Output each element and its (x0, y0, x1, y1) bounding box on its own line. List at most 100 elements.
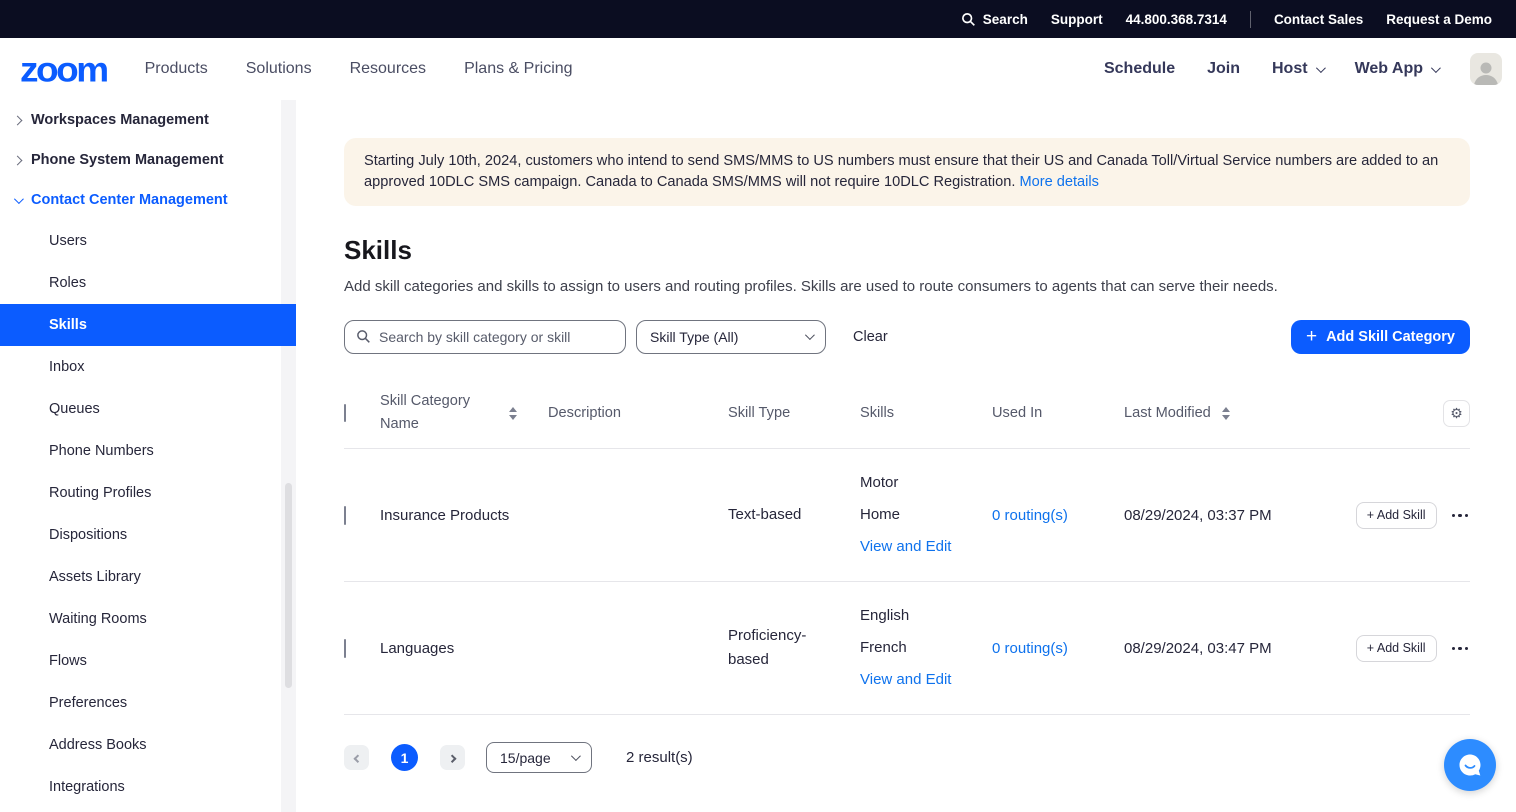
chevron-right-icon (448, 754, 456, 762)
more-options-icon[interactable] (1452, 643, 1469, 655)
topbar-request-demo-link[interactable]: Request a Demo (1386, 12, 1492, 27)
page-subtitle: Add skill categories and skills to assig… (344, 278, 1470, 295)
nav-plans-pricing[interactable]: Plans & Pricing (464, 60, 573, 78)
nav-schedule[interactable]: Schedule (1104, 60, 1175, 78)
nav-webapp-label: Web App (1355, 60, 1423, 78)
sidebar-item-inbox[interactable]: Inbox (0, 346, 296, 388)
sidebar-section-contact-center-management[interactable]: Contact Center Management (0, 180, 296, 220)
nav-join[interactable]: Join (1207, 60, 1240, 78)
cell-actions: + Add Skill (1346, 502, 1470, 529)
more-options-icon[interactable] (1452, 510, 1469, 522)
skill-item: Motor (860, 467, 992, 499)
utility-topbar: Search Support 44.800.368.7314 Contact S… (0, 0, 1516, 38)
add-skill-category-label: Add Skill Category (1326, 329, 1455, 345)
nav-products[interactable]: Products (145, 60, 208, 78)
column-header-description: Description (548, 405, 728, 421)
sidebar-item-routing-profiles[interactable]: Routing Profiles (0, 472, 296, 514)
zoom-logo[interactable]: zoom (20, 51, 107, 87)
sidebar-item-flows[interactable]: Flows (0, 640, 296, 682)
skill-type-value: Text-based (728, 503, 801, 527)
topbar-search[interactable]: Search (961, 12, 1028, 27)
chat-bubble-icon (1456, 751, 1484, 779)
table-settings-button[interactable]: ⚙ (1443, 400, 1470, 427)
sidebar-item-assets-library[interactable]: Assets Library (0, 556, 296, 598)
column-header-skills: Skills (860, 405, 992, 421)
add-skill-button[interactable]: + Add Skill (1356, 502, 1437, 529)
cell-last-modified: 08/29/2024, 03:47 PM (1124, 640, 1346, 657)
cell-last-modified: 08/29/2024, 03:37 PM (1124, 507, 1346, 524)
previous-page-button[interactable] (344, 745, 369, 770)
nav-resources[interactable]: Resources (350, 60, 426, 78)
support-chat-button[interactable] (1444, 739, 1496, 791)
sort-icon[interactable] (1222, 407, 1230, 420)
clear-filters-button[interactable]: Clear (853, 329, 888, 345)
nav-webapp-dropdown[interactable]: Web App (1355, 60, 1438, 78)
sort-icon[interactable] (509, 407, 517, 420)
skill-item: French (860, 632, 992, 664)
view-and-edit-link[interactable]: View and Edit (860, 531, 992, 563)
skill-search-input[interactable] (379, 329, 614, 345)
search-icon (961, 12, 976, 27)
chevron-left-icon (353, 754, 361, 762)
sidebar-item-dispositions[interactable]: Dispositions (0, 514, 296, 556)
search-icon (356, 329, 371, 344)
sidebar-scrollbar-thumb[interactable] (285, 483, 292, 688)
topbar-phone-number[interactable]: 44.800.368.7314 (1126, 12, 1227, 27)
sidebar-section-label: Phone System Management (31, 152, 224, 168)
sidebar-section-label: Contact Center Management (31, 192, 228, 208)
skill-type-value: Proficiency-based (728, 624, 834, 672)
view-and-edit-link[interactable]: View and Edit (860, 664, 992, 696)
admin-sidebar: Workspaces Management Phone System Manag… (0, 100, 296, 812)
sidebar-section-phone-system-management[interactable]: Phone System Management (0, 140, 296, 180)
column-header-label: Last Modified (1124, 405, 1211, 421)
select-all-checkbox[interactable] (344, 404, 346, 422)
nav-host-dropdown[interactable]: Host (1272, 60, 1323, 78)
sidebar-item-address-books[interactable]: Address Books (0, 724, 296, 766)
cell-skill-category-name: Insurance Products (380, 507, 548, 524)
skill-type-filter-dropdown[interactable]: Skill Type (All) (636, 320, 826, 354)
column-header-last-modified: Last Modified (1124, 405, 1346, 421)
sidebar-item-preferences[interactable]: Preferences (0, 682, 296, 724)
banner-more-details-link[interactable]: More details (1019, 174, 1099, 190)
page-size-dropdown[interactable]: 15/page (486, 742, 592, 773)
sidebar-item-queues[interactable]: Queues (0, 388, 296, 430)
nav-solutions[interactable]: Solutions (246, 60, 312, 78)
sidebar-item-roles[interactable]: Roles (0, 262, 296, 304)
row-checkbox[interactable] (344, 506, 346, 525)
next-page-button[interactable] (440, 745, 465, 770)
page-number-button[interactable]: 1 (391, 744, 418, 771)
pagination: 1 15/page 2 result(s) (344, 742, 1470, 773)
topbar-support-link[interactable]: Support (1051, 12, 1103, 27)
sms-notice-banner: Starting July 10th, 2024, customers who … (344, 138, 1470, 206)
add-skill-button[interactable]: + Add Skill (1356, 635, 1437, 662)
sidebar-item-waiting-rooms[interactable]: Waiting Rooms (0, 598, 296, 640)
user-avatar[interactable] (1470, 53, 1502, 85)
sidebar-section-workspaces-management[interactable]: Workspaces Management (0, 100, 296, 140)
table-header-row: Skill Category Name Description Skill Ty… (344, 380, 1470, 450)
cell-skill-type: Text-based (728, 503, 860, 527)
filter-row: Skill Type (All) Clear + Add Skill Categ… (344, 320, 1470, 354)
cell-used-in-routings-link[interactable]: 0 routing(s) (992, 507, 1124, 524)
cell-used-in-routings-link[interactable]: 0 routing(s) (992, 640, 1124, 657)
skill-item: English (860, 600, 992, 632)
sidebar-item-integrations[interactable]: Integrations (0, 766, 296, 808)
skill-search-box (344, 320, 626, 354)
gear-icon: ⚙ (1450, 405, 1463, 422)
sidebar-section-label: Workspaces Management (31, 112, 209, 128)
skills-table: Skill Category Name Description Skill Ty… (344, 380, 1470, 716)
column-header-label: Skill Category Name (380, 390, 498, 437)
skill-type-filter-value: Skill Type (All) (650, 329, 738, 345)
add-skill-category-button[interactable]: + Add Skill Category (1291, 320, 1470, 354)
main-navbar: zoom Products Solutions Resources Plans … (0, 38, 1516, 100)
chevron-down-icon (805, 330, 815, 340)
table-row-languages: Languages Proficiency-based English Fren… (344, 582, 1470, 715)
nav-actions: Schedule Join Host Web App (1104, 53, 1502, 85)
topbar-contact-sales-link[interactable]: Contact Sales (1274, 12, 1363, 27)
sidebar-item-skills[interactable]: Skills (0, 304, 296, 346)
content-shell: Workspaces Management Phone System Manag… (0, 100, 1516, 812)
chevron-down-icon (14, 194, 24, 204)
chevron-right-icon (13, 155, 23, 165)
row-checkbox[interactable] (344, 639, 346, 658)
sidebar-item-phone-numbers[interactable]: Phone Numbers (0, 430, 296, 472)
sidebar-item-users[interactable]: Users (0, 220, 296, 262)
